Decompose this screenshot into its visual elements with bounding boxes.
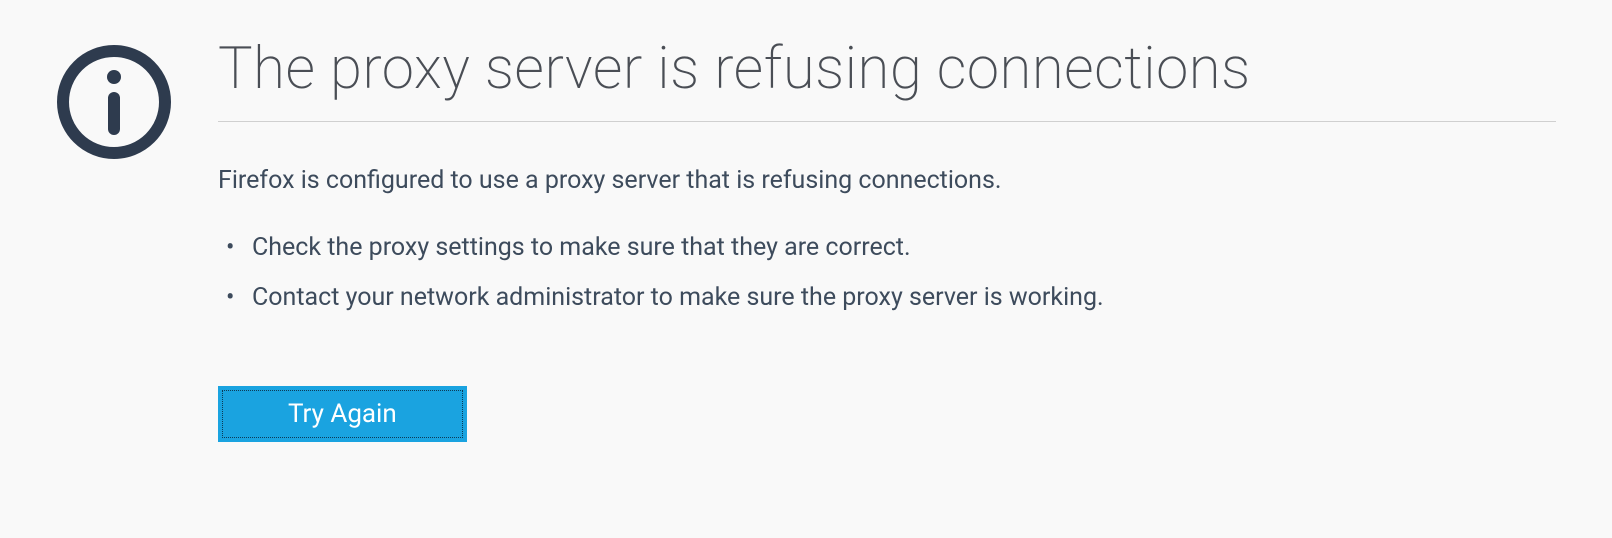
error-page: The proxy server is refusing connections… — [56, 36, 1556, 442]
divider — [218, 121, 1556, 122]
error-content: The proxy server is refusing connections… — [218, 36, 1556, 442]
suggestions-list: Check the proxy settings to make sure th… — [218, 229, 1556, 316]
info-icon — [56, 44, 172, 160]
try-again-button[interactable]: Try Again — [218, 386, 467, 442]
error-title: The proxy server is refusing connections — [218, 36, 1556, 103]
error-description: Firefox is configured to use a proxy ser… — [218, 162, 1556, 200]
suggestion-item: Contact your network administrator to ma… — [218, 279, 1556, 317]
suggestion-item: Check the proxy settings to make sure th… — [218, 229, 1556, 267]
